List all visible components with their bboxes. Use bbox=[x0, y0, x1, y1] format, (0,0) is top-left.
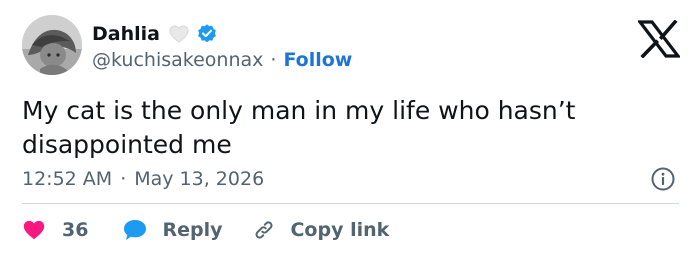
reply-button[interactable]: Reply bbox=[122, 218, 222, 242]
tweet-timestamp[interactable]: 12:52 AM · May 13, 2026 bbox=[22, 164, 264, 194]
author-name-row: Dahlia bbox=[92, 20, 218, 48]
avatar-image bbox=[22, 15, 82, 75]
verified-badge-icon bbox=[198, 24, 216, 43]
white-heart-emoji-icon bbox=[169, 25, 189, 43]
handle-separator: · bbox=[270, 49, 277, 71]
link-icon bbox=[255, 221, 273, 239]
tweet-actions: 36 Reply Copy link bbox=[22, 213, 389, 247]
copy-link-label: Copy link bbox=[290, 219, 390, 241]
display-name[interactable]: Dahlia bbox=[92, 23, 160, 45]
tweet-text: My cat is the only man in my life who ha… bbox=[22, 96, 576, 159]
heart-icon bbox=[23, 220, 45, 240]
like-button[interactable]: 36 bbox=[22, 218, 88, 242]
tweet-date: May 13, 2026 bbox=[134, 168, 265, 190]
author-handle[interactable]: @kuchisakeonnax bbox=[92, 49, 263, 71]
like-count: 36 bbox=[62, 219, 89, 241]
follow-button[interactable]: Follow bbox=[283, 49, 352, 71]
tweet-card: Dahlia @kuchisakeonnax · Follow My cat i… bbox=[0, 0, 700, 256]
timestamp-separator: · bbox=[120, 168, 127, 190]
divider bbox=[22, 203, 679, 204]
x-logo-icon[interactable] bbox=[638, 20, 680, 58]
avatar[interactable] bbox=[22, 15, 82, 75]
reply-label: Reply bbox=[162, 219, 223, 241]
info-icon[interactable] bbox=[650, 166, 676, 192]
tweet-time: 12:52 AM bbox=[22, 168, 113, 190]
author-handle-row: @kuchisakeonnax · Follow bbox=[92, 46, 352, 74]
copy-link-button[interactable]: Copy link bbox=[252, 218, 389, 242]
speech-bubble-icon bbox=[124, 220, 147, 240]
